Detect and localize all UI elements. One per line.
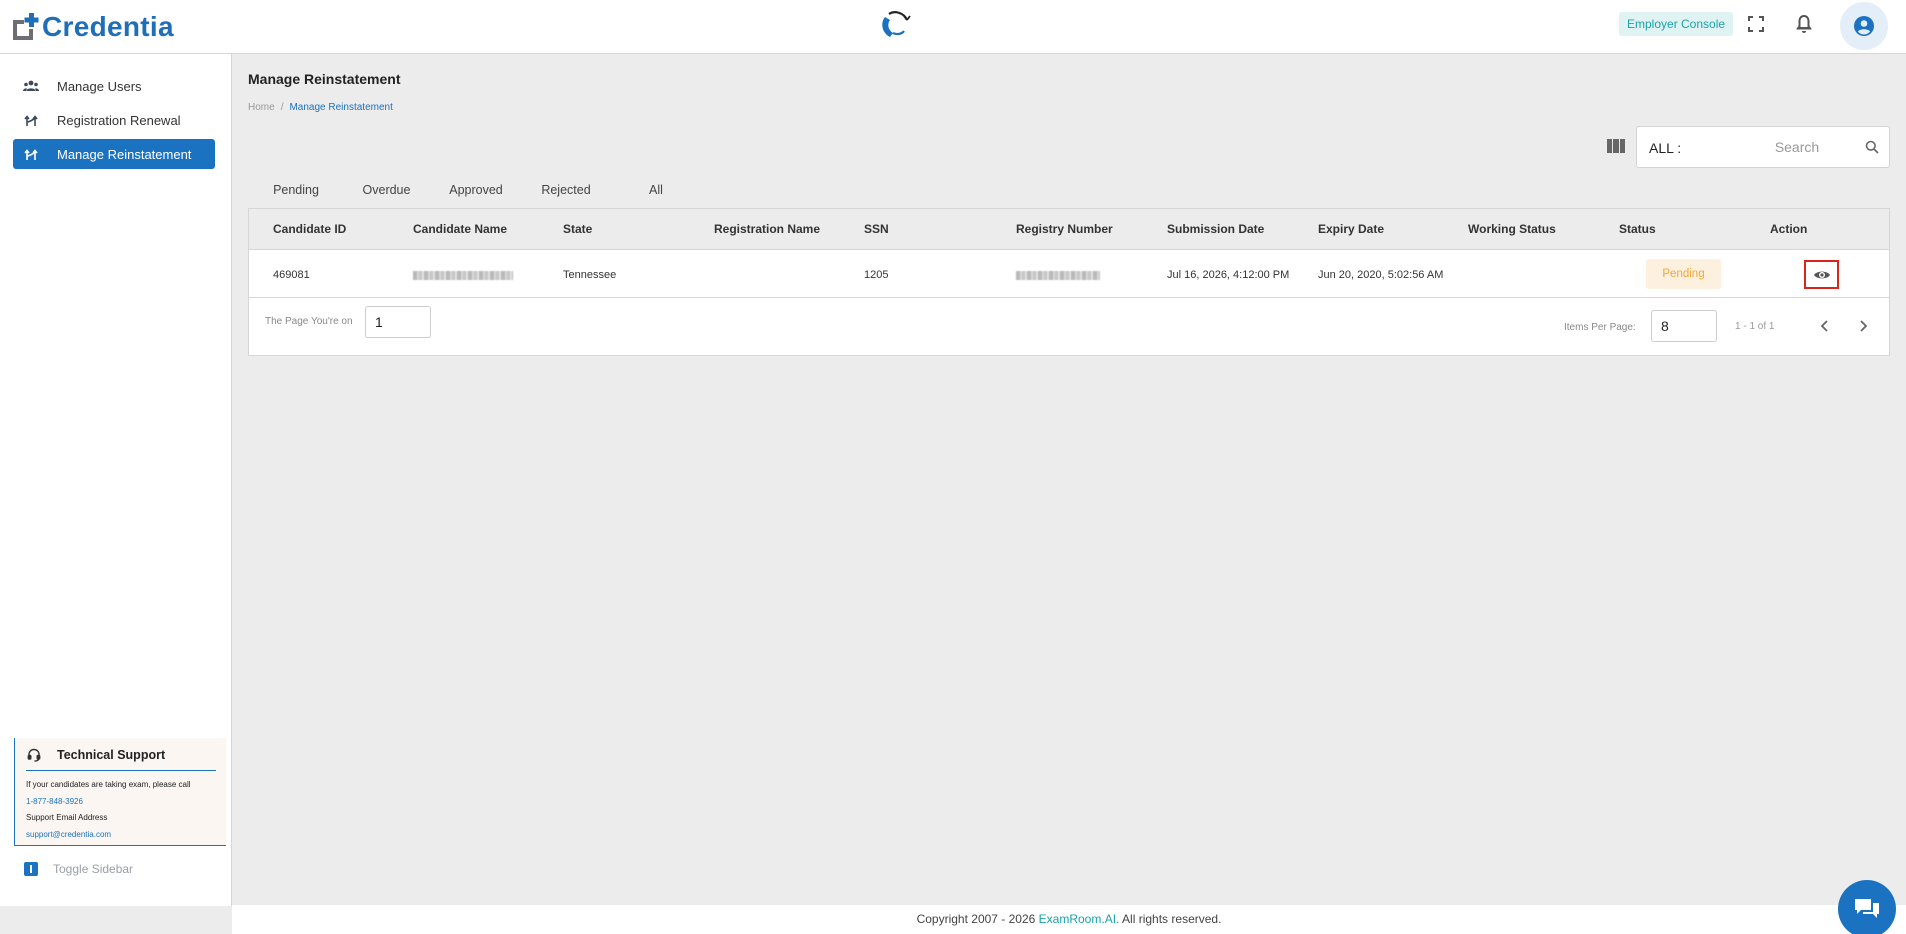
sidebar-item-label: Registration Renewal xyxy=(57,112,181,128)
footer-brand-link[interactable]: ExamRoom.AI. xyxy=(1039,912,1120,926)
tab-rejected[interactable]: Rejected xyxy=(521,170,611,210)
tab-approved[interactable]: Approved xyxy=(431,170,521,210)
sidebar-item-label: Manage Users xyxy=(57,78,142,94)
examroom-logo-icon xyxy=(877,8,911,42)
page-title: Manage Reinstatement xyxy=(248,71,401,87)
previous-page-button[interactable] xyxy=(1815,316,1835,336)
column-header-ssn[interactable]: SSN xyxy=(864,222,889,236)
support-email-link[interactable]: support@credentia.com xyxy=(26,830,111,839)
column-header-action: Action xyxy=(1770,222,1808,236)
chevron-left-icon xyxy=(1820,320,1828,332)
breadcrumb-current: Manage Reinstatement xyxy=(289,102,393,113)
footer-suffix: All rights reserved. xyxy=(1119,912,1222,926)
route-icon xyxy=(13,147,49,161)
divider xyxy=(26,770,216,771)
view-button[interactable] xyxy=(1804,260,1839,289)
sidebar-toggle-icon xyxy=(24,862,38,876)
credentia-logo-mark-icon xyxy=(10,12,40,42)
column-header-registry-number[interactable]: Registry Number xyxy=(1016,222,1113,236)
cell-candidate-id: 469081 xyxy=(273,269,310,281)
employer-console-badge[interactable]: Employer Console xyxy=(1619,12,1734,36)
support-phone-link[interactable]: 1-877-848-3926 xyxy=(26,797,83,806)
footer: Copyright 2007 - 2026 ExamRoom.AI. All r… xyxy=(232,905,1906,934)
cell-expiry-date: Jun 20, 2020, 5:02:56 AM xyxy=(1318,269,1444,281)
top-bar: Credentia Employer Console xyxy=(0,0,1906,54)
items-per-page-label: Items Per Page: xyxy=(1564,322,1636,333)
support-email-label: Support Email Address xyxy=(26,813,108,822)
chat-icon xyxy=(1855,899,1879,918)
breadcrumb-home[interactable]: Home xyxy=(248,102,275,113)
status-tabs: Pending Overdue Approved Rejected All xyxy=(250,170,701,210)
sidebar-item-manage-reinstatement[interactable]: Manage Reinstatement xyxy=(13,139,215,169)
column-header-status[interactable]: Status xyxy=(1619,222,1656,236)
search-input[interactable] xyxy=(1737,135,1857,159)
tab-all[interactable]: All xyxy=(611,170,701,210)
toggle-sidebar-button[interactable]: Toggle Sidebar xyxy=(24,862,133,876)
credentia-logo[interactable]: Credentia xyxy=(10,10,174,44)
column-header-candidate-id[interactable]: Candidate ID xyxy=(273,222,346,236)
column-header-state[interactable]: State xyxy=(563,222,592,236)
search-scope[interactable]: ALL : xyxy=(1649,140,1681,156)
column-header-expiry-date[interactable]: Expiry Date xyxy=(1318,222,1384,236)
chevron-right-icon xyxy=(1860,320,1868,332)
search-icon[interactable] xyxy=(1865,140,1879,159)
column-header-submission-date[interactable]: Submission Date xyxy=(1167,222,1264,236)
user-avatar[interactable] xyxy=(1840,2,1888,50)
column-header-working-status[interactable]: Working Status xyxy=(1468,222,1556,236)
route-icon xyxy=(13,113,49,127)
breadcrumb-separator: / xyxy=(280,102,284,113)
sidebar-item-manage-users[interactable]: Manage Users xyxy=(13,71,215,101)
cell-candidate-name-redacted xyxy=(413,271,513,280)
status-badge: Pending xyxy=(1646,259,1721,289)
sidebar-item-registration-renewal[interactable]: Registration Renewal xyxy=(13,105,215,135)
reinstatement-table-panel: Candidate ID Candidate Name State Regist… xyxy=(248,208,1890,356)
chat-button[interactable] xyxy=(1838,880,1896,934)
support-title: Technical Support xyxy=(57,748,166,762)
column-header-candidate-name[interactable]: Candidate Name xyxy=(413,222,507,236)
support-call-text: If your candidates are taking exam, plea… xyxy=(26,780,191,789)
technical-support-card: Technical Support If your candidates are… xyxy=(14,738,226,846)
table-row[interactable]: 469081 Tennessee 1205 Jul 16, 2026, 4:12… xyxy=(249,251,1889,298)
cell-state: Tennessee xyxy=(563,269,617,281)
cell-submission-date: Jul 16, 2026, 4:12:00 PM xyxy=(1167,269,1290,281)
breadcrumb: Home / Manage Reinstatement xyxy=(248,102,393,113)
items-per-page-input[interactable] xyxy=(1651,310,1717,342)
account-circle-icon xyxy=(1854,16,1874,36)
footer-prefix: Copyright 2007 - 2026 xyxy=(916,912,1039,926)
next-page-button[interactable] xyxy=(1853,316,1873,336)
toggle-sidebar-label: Toggle Sidebar xyxy=(53,862,134,876)
cell-ssn: 1205 xyxy=(864,269,889,281)
page-number-input[interactable] xyxy=(365,306,431,338)
users-icon xyxy=(13,80,49,92)
bell-icon[interactable] xyxy=(1792,12,1816,36)
sidebar: Manage Users Registration Renewal Manage… xyxy=(0,54,232,906)
columns-icon[interactable] xyxy=(1607,139,1625,153)
fullscreen-icon[interactable] xyxy=(1744,12,1768,36)
tab-pending[interactable]: Pending xyxy=(250,170,342,210)
search-box: ALL : xyxy=(1636,126,1890,168)
pagination-range: 1 - 1 of 1 xyxy=(1735,321,1775,332)
headset-icon xyxy=(27,748,41,767)
sidebar-item-label: Manage Reinstatement xyxy=(57,146,192,162)
eye-icon xyxy=(1813,271,1830,278)
page-label: The Page You're on xyxy=(265,316,353,327)
cell-registry-number-redacted xyxy=(1016,271,1100,280)
logo-text: Credentia xyxy=(42,11,174,42)
table-header: Candidate ID Candidate Name State Regist… xyxy=(249,209,1889,250)
column-header-registration-name[interactable]: Registration Name xyxy=(714,222,820,236)
tab-overdue[interactable]: Overdue xyxy=(342,170,431,210)
